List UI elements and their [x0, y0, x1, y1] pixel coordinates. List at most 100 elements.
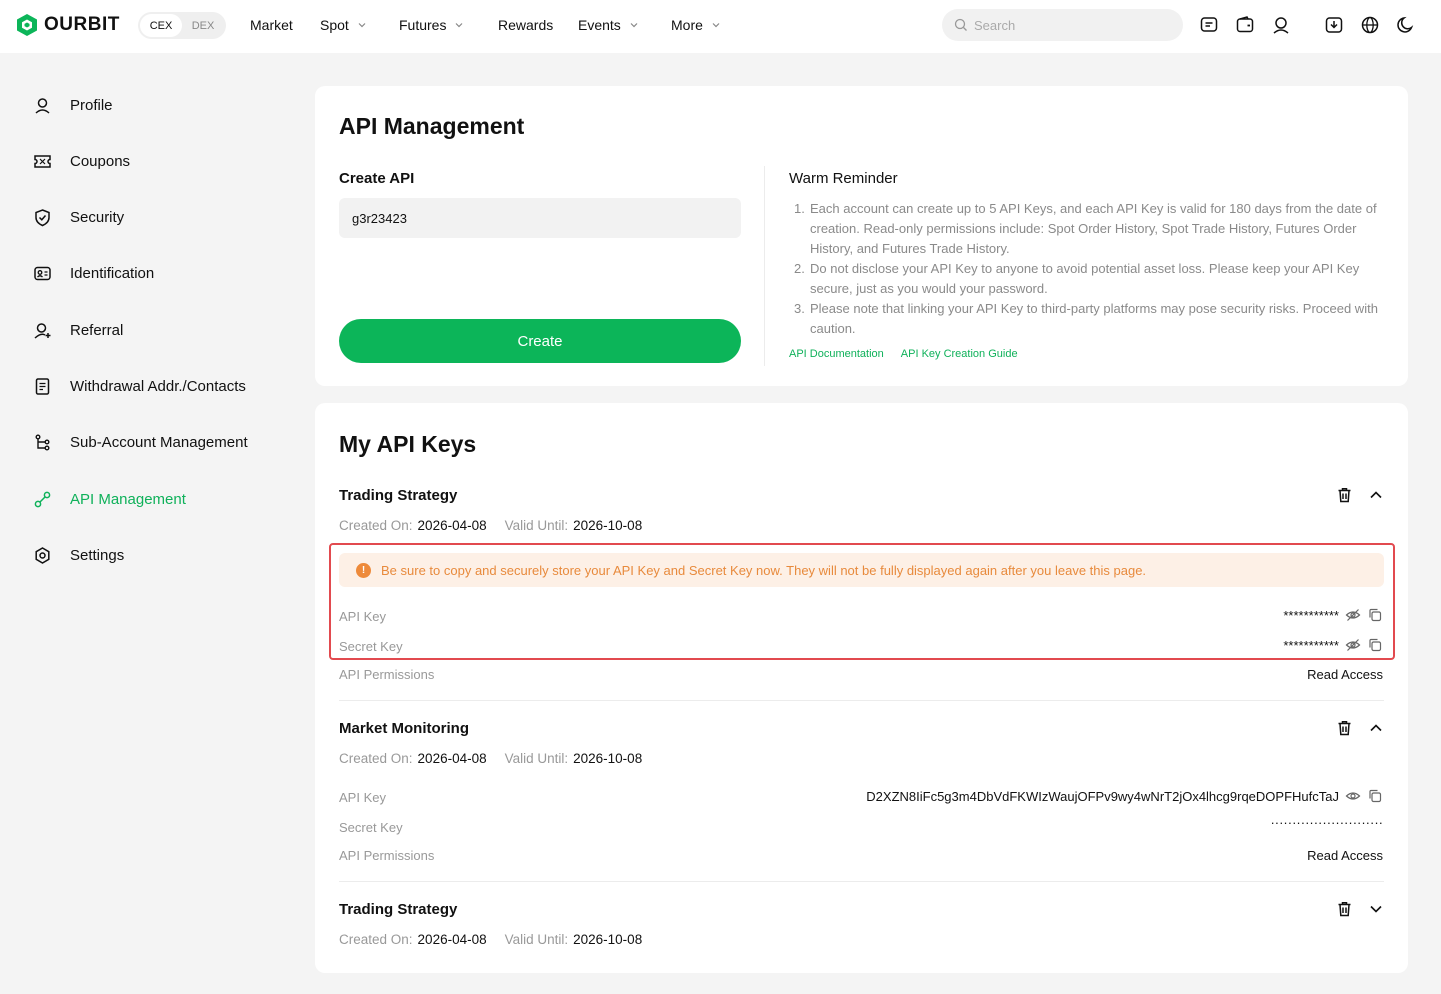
list-number: 2.	[794, 261, 805, 276]
created-value: 2026-04-08	[417, 932, 487, 947]
user-icon[interactable]	[1271, 15, 1291, 35]
nav-futures[interactable]: Futures	[399, 17, 464, 33]
api-key-value-row: D2XZN8IiFc5g3m4DbVdFKWIzWaujOFPv9wy4wNrT…	[866, 788, 1383, 804]
help-links: API Documentation API Key Creation Guide	[789, 348, 1018, 360]
nav-events[interactable]: Events	[578, 17, 639, 33]
brand-logo[interactable]: OURBIT	[16, 13, 120, 37]
sidebar-item-label: Settings	[70, 547, 125, 564]
moon-icon[interactable]	[1396, 15, 1416, 35]
chevron-down-icon	[456, 23, 463, 28]
created-label: Created On:	[339, 932, 413, 947]
sidebar-item-label: Profile	[70, 97, 113, 114]
sidebar-item-profile[interactable]: Profile	[33, 96, 113, 115]
api-key-name: Market Monitoring	[339, 720, 469, 737]
sidebar-item-referral[interactable]: Referral	[33, 321, 123, 340]
api-name-input[interactable]	[352, 210, 741, 226]
nav-market-label: Market	[250, 17, 293, 33]
chevron-down-icon	[712, 23, 720, 28]
sidebar-item-identification[interactable]: Identification	[33, 264, 154, 283]
message-icon[interactable]	[1199, 15, 1219, 35]
api-key-guide-link[interactable]: API Key Creation Guide	[901, 348, 1018, 360]
nav-market[interactable]: Market	[250, 17, 293, 33]
download-icon[interactable]	[1324, 15, 1344, 35]
sidebar-item-label: Withdrawal Addr./Contacts	[70, 378, 246, 395]
nav-more[interactable]: More	[671, 17, 721, 33]
api-management-card: API Management Create API Create Warm Re…	[315, 86, 1408, 386]
chevron-down-icon	[358, 23, 366, 28]
key-dates: Created On: 2026-04-08 Valid Until: 2026-1…	[339, 518, 642, 533]
valid-value: 2026-10-08	[573, 932, 643, 947]
sidebar-item-withdrawal[interactable]: Withdrawal Addr./Contacts	[33, 377, 246, 396]
logo-icon	[17, 14, 37, 36]
sidebar-item-settings[interactable]: Settings	[33, 546, 124, 565]
my-api-keys-card: My API Keys Trading Strategy Created On:…	[315, 403, 1408, 973]
list-text: Each account can create up to 5 API Keys…	[810, 201, 1377, 256]
secret-key-label: Secret Key	[339, 820, 403, 835]
trash-icon[interactable]	[1336, 720, 1352, 736]
chevron-up-icon[interactable]	[1368, 720, 1384, 736]
create-api-label: Create API	[339, 170, 415, 187]
branch-icon	[33, 433, 52, 452]
wallet-icon[interactable]	[1235, 15, 1255, 35]
sidebar-item-label: Referral	[70, 322, 124, 339]
nav-more-label: More	[671, 17, 703, 33]
create-button[interactable]: Create	[339, 319, 741, 363]
section-title: My API Keys	[339, 431, 477, 457]
nav-rewards[interactable]: Rewards	[498, 17, 553, 33]
settings-icon	[33, 546, 52, 565]
key-actions	[1336, 487, 1384, 503]
trash-icon[interactable]	[1336, 901, 1352, 917]
key-dates: Created On: 2026-04-08 Valid Until: 2026-1…	[339, 751, 642, 766]
divider	[339, 700, 1384, 701]
search-input[interactable]	[974, 17, 1164, 33]
divider	[764, 166, 765, 366]
sidebar-item-security[interactable]: Security	[33, 208, 124, 227]
nav-spot-label: Spot	[320, 17, 349, 33]
api-key-value: D2XZN8IiFc5g3m4DbVdFKWIzWaujOFPv9wy4wNrT…	[866, 788, 1339, 804]
cex-tab[interactable]: CEX	[140, 14, 182, 37]
copy-icon[interactable]	[1367, 788, 1383, 804]
permissions-text: Read Access	[1307, 667, 1383, 682]
shield-icon	[33, 208, 52, 227]
sidebar-item-subaccount[interactable]: Sub-Account Management	[33, 433, 248, 452]
eye-icon[interactable]	[1345, 788, 1361, 804]
dex-tab[interactable]: DEX	[182, 14, 224, 37]
list-item: 3. Please note that linking your API Key …	[789, 299, 1389, 339]
list-number: 1.	[794, 201, 805, 216]
trash-icon[interactable]	[1336, 487, 1352, 503]
valid-value: 2026-10-08	[573, 518, 643, 533]
created-value: 2026-04-08	[417, 518, 487, 533]
secret-key-value: ··························	[1270, 815, 1383, 830]
sidebar-item-api-management[interactable]: API Management	[33, 490, 186, 509]
api-name-field[interactable]	[339, 198, 741, 238]
chevron-down-icon[interactable]	[1368, 901, 1384, 917]
search-box[interactable]	[942, 9, 1183, 41]
brand-name: OURBIT	[44, 14, 120, 35]
sidebar-item-label: Security	[70, 209, 125, 226]
link-icon	[33, 490, 52, 509]
sidebar-item-label: Sub-Account Management	[70, 434, 248, 451]
created-on: Created On: 2026-04-08	[339, 518, 487, 533]
page-title: API Management	[339, 113, 525, 139]
top-navigation: OURBIT CEX DEX Market Spot Futures Rewar…	[0, 0, 1441, 53]
valid-until: Valid Until: 2026-10-08	[505, 932, 643, 947]
nav-spot[interactable]: Spot	[320, 17, 367, 33]
warm-reminder-title: Warm Reminder	[789, 170, 898, 187]
permissions-value: Read Access	[1307, 848, 1383, 863]
permissions-value: Read Access	[1307, 667, 1383, 682]
created-label: Created On:	[339, 518, 413, 533]
valid-label: Valid Until:	[504, 932, 569, 947]
list-number: 3.	[794, 301, 805, 316]
nav-events-label: Events	[578, 17, 621, 33]
sidebar-item-label: Identification	[70, 265, 155, 282]
search-icon	[954, 18, 967, 31]
list-item: 2. Do not disclose your API Key to anyone…	[789, 259, 1389, 299]
created-on: Created On: 2026-04-08	[339, 932, 487, 947]
chevron-up-icon[interactable]	[1368, 487, 1384, 503]
sidebar-item-coupons[interactable]: Coupons	[33, 152, 130, 171]
cex-dex-toggle[interactable]: CEX DEX	[138, 12, 226, 39]
api-documentation-link[interactable]: API Documentation	[789, 348, 884, 360]
list-text: Do not disclose your API Key to anyone t…	[810, 261, 1360, 296]
chevron-down-icon	[630, 23, 638, 28]
globe-icon[interactable]	[1360, 15, 1380, 35]
